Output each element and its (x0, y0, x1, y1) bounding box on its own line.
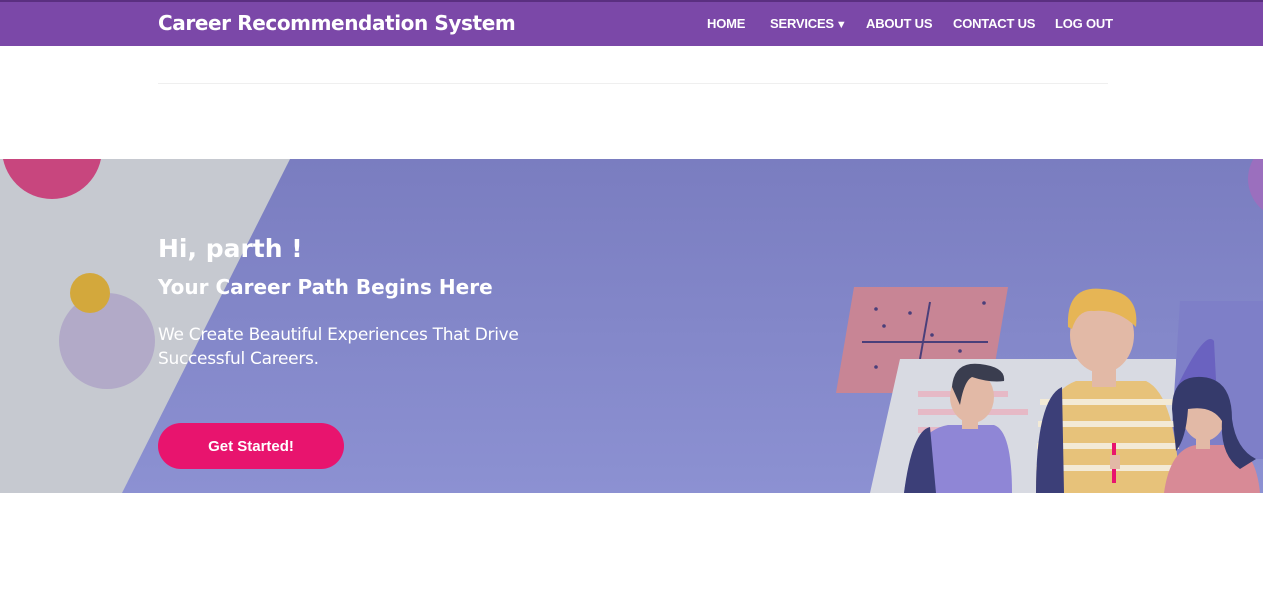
hero-description: We Create Beautiful Experiences That Dri… (158, 325, 519, 369)
hero-greeting: Hi, parth ! (158, 234, 303, 263)
lavender-circle-decoration (59, 293, 155, 389)
nav-logout-link[interactable]: LOG OUT (1055, 16, 1113, 31)
gold-circle-decoration (70, 273, 110, 313)
top-navbar: Career Recommendation System HOME SERVIC… (0, 0, 1263, 46)
purple-circle-decoration (1248, 159, 1263, 211)
nav-home-link[interactable]: HOME (707, 16, 745, 31)
nav-services-label: SERVICES (770, 16, 834, 31)
nav-about-link[interactable]: ABOUT US (866, 16, 932, 31)
caret-down-icon: ▼ (835, 19, 847, 31)
nav-contact-link[interactable]: CONTACT US (953, 16, 1035, 31)
header-divider (158, 83, 1108, 84)
nav-services-dropdown[interactable]: SERVICES ▼ (770, 16, 847, 31)
get-started-button[interactable]: Get Started! (158, 423, 344, 469)
nav-menu: HOME SERVICES ▼ ABOUT US CONTACT US LOG O… (0, 16, 1263, 36)
hero-title: Your Career Path Begins Here (158, 275, 493, 299)
hero-section: Hi, parth ! Your Career Path Begins Here… (0, 159, 1263, 493)
